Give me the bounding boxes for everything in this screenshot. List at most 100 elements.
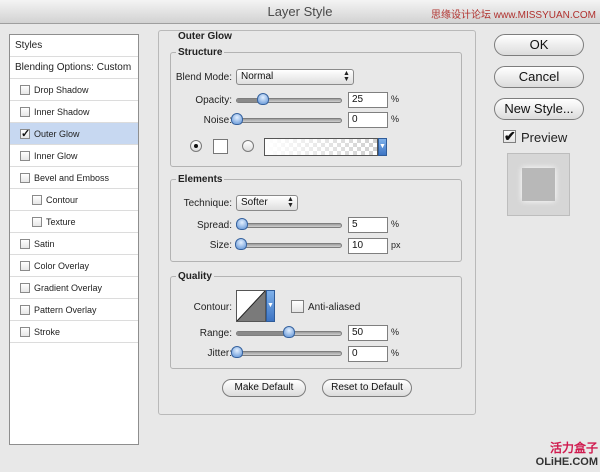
- gradient-radio[interactable]: [242, 140, 254, 152]
- effect-checkbox[interactable]: [20, 261, 30, 271]
- opacity-slider[interactable]: [236, 93, 342, 105]
- effect-checkbox[interactable]: [20, 327, 30, 337]
- size-unit: px: [391, 240, 401, 250]
- noise-unit: %: [391, 114, 400, 124]
- spread-input[interactable]: 5: [348, 217, 388, 233]
- range-input[interactable]: 50: [348, 325, 388, 341]
- elements-title: Elements: [176, 174, 225, 185]
- watermark-line1: 活力盒子: [549, 441, 598, 455]
- noise-input[interactable]: 0: [348, 112, 388, 128]
- jitter-slider[interactable]: [231, 346, 342, 358]
- blend-mode-label: Blend Mode:: [175, 72, 232, 83]
- styles-header[interactable]: Styles: [10, 35, 138, 57]
- watermark-bottom: 活力盒子 OLiHE.COM: [528, 441, 598, 471]
- effect-item[interactable]: Satin: [10, 233, 138, 255]
- effect-checkbox[interactable]: [20, 151, 30, 161]
- radio-selected-dot: [194, 144, 198, 148]
- spread-slider-thumb[interactable]: [236, 218, 249, 230]
- opacity-input[interactable]: 25: [348, 92, 388, 108]
- effect-item[interactable]: ✓ Outer Glow: [10, 123, 138, 145]
- effect-item[interactable]: Gradient Overlay: [10, 277, 138, 299]
- technique-select[interactable]: Softer ▲ ▼: [236, 195, 298, 211]
- cancel-button[interactable]: Cancel: [494, 66, 584, 88]
- effect-checkbox[interactable]: [32, 195, 42, 205]
- effect-label: Contour: [46, 195, 79, 205]
- effect-checkbox[interactable]: ✓: [20, 129, 30, 140]
- effect-checkbox[interactable]: [20, 107, 30, 117]
- effect-item[interactable]: Inner Glow: [10, 145, 138, 167]
- effect-label: Stroke: [34, 327, 61, 337]
- opacity-slider-thumb[interactable]: [257, 93, 269, 105]
- effect-item[interactable]: Stroke: [10, 321, 138, 343]
- outer-glow-title: Outer Glow: [176, 31, 234, 42]
- effect-checkbox[interactable]: [20, 85, 30, 95]
- anti-aliased-label: Anti-aliased: [308, 302, 361, 313]
- jitter-slider-thumb[interactable]: [231, 346, 243, 358]
- watermark-line2: OLiHE.COM: [535, 456, 598, 468]
- noise-label: Noise:: [203, 115, 232, 126]
- effect-label: Satin: [34, 239, 55, 249]
- blending-options-item[interactable]: Blending Options: Custom: [10, 57, 138, 79]
- size-slider-thumb[interactable]: [235, 238, 248, 250]
- effect-checkbox[interactable]: [20, 283, 30, 293]
- effect-label: Inner Glow: [34, 151, 78, 161]
- effect-item[interactable]: Inner Shadow: [10, 101, 138, 123]
- size-slider[interactable]: [235, 238, 342, 250]
- noise-slider-thumb[interactable]: [231, 113, 243, 125]
- effect-label: Texture: [46, 217, 76, 227]
- opacity-label: Opacity:: [195, 95, 232, 106]
- blend-mode-value: Normal: [241, 71, 274, 82]
- make-default-button[interactable]: Make Default: [222, 379, 306, 397]
- solid-color-radio[interactable]: [190, 140, 202, 152]
- preview-checkbox[interactable]: ✔: [503, 129, 516, 143]
- select-arrows-icon: ▲ ▼: [343, 70, 350, 83]
- effect-label: Drop Shadow: [34, 85, 89, 95]
- jitter-input[interactable]: 0: [348, 346, 388, 362]
- effect-item[interactable]: Texture: [10, 211, 138, 233]
- range-unit: %: [391, 327, 400, 337]
- contour-dropdown-arrow-icon[interactable]: ▼: [266, 290, 275, 322]
- effect-item[interactable]: Bevel and Emboss: [10, 167, 138, 189]
- contour-picker[interactable]: [236, 290, 266, 322]
- spread-unit: %: [391, 219, 400, 229]
- range-label: Range:: [199, 328, 232, 339]
- effect-label: Color Overlay: [34, 261, 90, 271]
- effect-item[interactable]: Drop Shadow: [10, 79, 138, 101]
- new-style-button[interactable]: New Style...: [494, 98, 584, 120]
- effect-checkbox[interactable]: [32, 217, 42, 227]
- effect-checkbox[interactable]: [20, 305, 30, 315]
- jitter-label: Jitter:: [207, 348, 232, 359]
- effect-label: Gradient Overlay: [34, 283, 103, 293]
- effect-item[interactable]: Contour: [10, 189, 138, 211]
- blend-mode-select[interactable]: Normal ▲ ▼: [236, 69, 354, 85]
- effect-item[interactable]: Color Overlay: [10, 255, 138, 277]
- size-input[interactable]: 10: [348, 238, 388, 254]
- size-label: Size:: [209, 240, 232, 251]
- spread-label: Spread:: [196, 220, 232, 231]
- ok-button[interactable]: OK: [494, 34, 584, 56]
- contour-label: Contour:: [193, 302, 232, 313]
- preview-shape: [522, 168, 555, 201]
- effect-checkbox[interactable]: [20, 239, 30, 249]
- technique-label: Technique:: [183, 198, 232, 209]
- range-slider-thumb[interactable]: [283, 326, 295, 338]
- styles-list: Styles Blending Options: Custom Drop Sha…: [9, 34, 139, 445]
- opacity-unit: %: [391, 94, 400, 104]
- effect-label: Inner Shadow: [34, 107, 90, 117]
- effect-checkbox[interactable]: [20, 173, 30, 183]
- spread-slider[interactable]: [236, 218, 342, 230]
- effect-item[interactable]: Pattern Overlay: [10, 299, 138, 321]
- effect-label: Outer Glow: [34, 129, 80, 139]
- noise-slider[interactable]: [231, 113, 342, 125]
- linear-contour-icon: [236, 290, 266, 322]
- reset-to-default-button[interactable]: Reset to Default: [322, 379, 412, 397]
- glow-color-swatch[interactable]: [213, 139, 228, 154]
- effect-label: Bevel and Emboss: [34, 173, 110, 183]
- preview-thumbnail: [507, 153, 570, 216]
- range-slider[interactable]: [236, 326, 342, 338]
- watermark-top: 思缘设计论坛 www.MISSYUAN.COM: [430, 10, 596, 21]
- preview-label: Preview: [521, 130, 568, 145]
- anti-aliased-checkbox[interactable]: [291, 300, 304, 313]
- gradient-dropdown-arrow-icon[interactable]: ▼: [378, 138, 387, 156]
- glow-gradient-picker[interactable]: [264, 138, 378, 156]
